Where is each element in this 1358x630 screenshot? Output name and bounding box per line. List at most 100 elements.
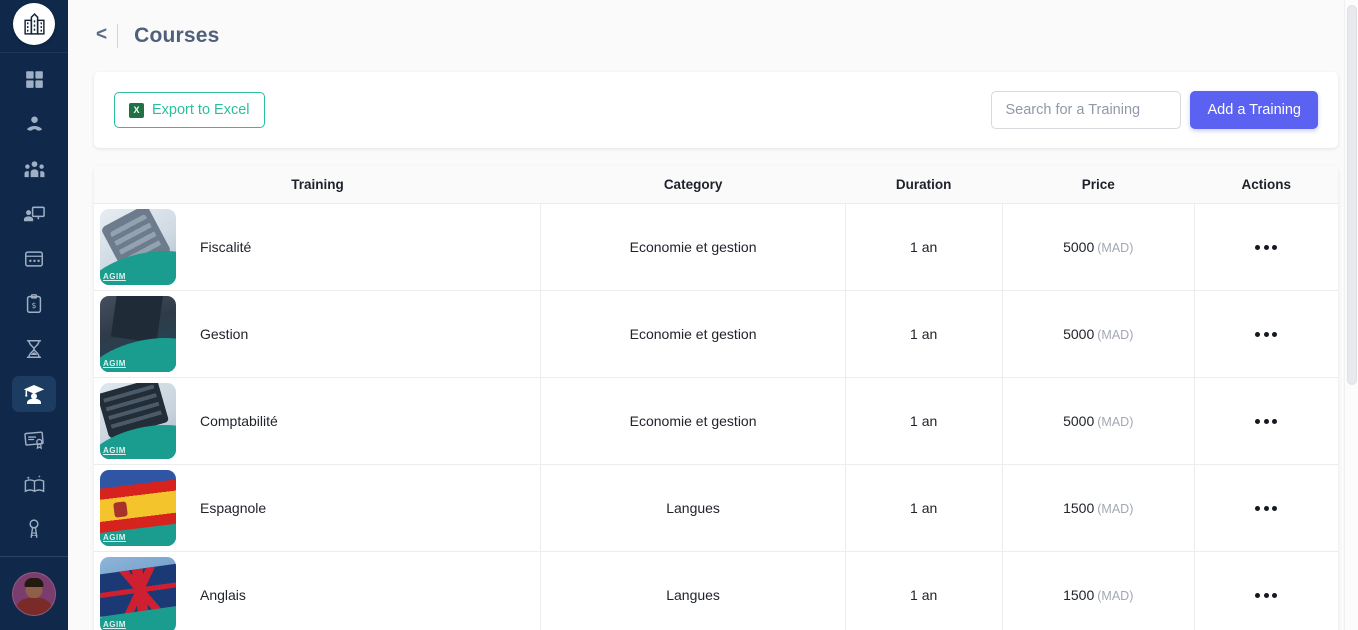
page-scrollbar-thumb[interactable] [1347, 5, 1357, 385]
course-thumbnail: AGIM [100, 295, 176, 372]
header-divider [117, 24, 119, 48]
cell-training: AGIM Espagnole [94, 464, 542, 552]
sidebar-logo[interactable] [0, 0, 68, 48]
cell-actions [1194, 464, 1338, 552]
cell-category: Langues [540, 464, 846, 552]
course-thumbnail: AGIM [100, 556, 176, 630]
price-value: 5000 [1063, 325, 1095, 342]
price-currency: (MAD) [1097, 588, 1134, 603]
training-name: Fiscalité [200, 238, 252, 255]
cell-duration: 1 an [845, 203, 1003, 291]
keys-icon [29, 519, 39, 538]
cell-price: 5000 (MAD) [1002, 290, 1195, 378]
grid-dashboard-icon [25, 70, 43, 88]
table-row[interactable]: AGIM Fiscalité Economie et gestion 1 an 5000… [94, 203, 1338, 291]
column-header-actions: Actions [1194, 166, 1338, 204]
building-campus-logo [13, 3, 55, 45]
cell-duration: 1 an [845, 377, 1003, 465]
training-name: Anglais [200, 586, 246, 603]
cell-duration: 1 an [845, 464, 1003, 552]
sidebar-item-keys[interactable] [12, 511, 56, 547]
page-scrollbar[interactable] [1344, 0, 1358, 630]
cell-training: AGIM Comptabilité [94, 377, 542, 465]
thumbnail-watermark: AGIM [103, 619, 126, 629]
avatar-body [15, 597, 53, 615]
course-thumbnail: AGIM [100, 382, 176, 459]
search-input[interactable] [991, 91, 1182, 129]
toolbar-right: Add a Training [991, 91, 1318, 129]
avatar-hair [24, 577, 44, 587]
graduate-cap-person-icon [23, 385, 45, 404]
price-currency: (MAD) [1097, 327, 1134, 342]
excel-icon: X [129, 102, 144, 118]
cell-duration: 1 an [845, 551, 1003, 630]
sidebar-item-payments[interactable]: $ [12, 286, 56, 322]
sidebar-item-dashboard[interactable] [12, 61, 56, 97]
sidebar-item-groups[interactable] [12, 151, 56, 187]
price-value: 5000 [1063, 238, 1095, 255]
sidebar-item-certificates[interactable] [12, 421, 56, 457]
export-to-excel-button[interactable]: X Export to Excel [114, 92, 265, 128]
sidebar: $ [0, 0, 68, 630]
cell-price: 1500 (MAD) [1002, 464, 1195, 552]
person-presentation-icon [23, 206, 45, 221]
more-options-icon[interactable] [1249, 326, 1283, 343]
table-body: AGIM Fiscalité Economie et gestion 1 an 5000… [94, 203, 1338, 630]
cell-actions [1194, 377, 1338, 465]
sidebar-item-schedule[interactable] [12, 331, 56, 367]
cell-training: AGIM Fiscalité [94, 203, 542, 291]
page-title: Courses [134, 24, 220, 47]
column-header-price[interactable]: Price [1002, 166, 1195, 204]
window-panel-icon [25, 251, 43, 267]
training-name: Gestion [200, 325, 249, 342]
sidebar-item-teachers[interactable] [12, 196, 56, 232]
thumbnail-watermark: AGIM [103, 532, 126, 542]
sidebar-item-sessions[interactable] [12, 241, 56, 277]
column-header-duration[interactable]: Duration [845, 166, 1003, 204]
add-a-training-button[interactable]: Add a Training [1190, 91, 1318, 129]
cell-actions [1194, 290, 1338, 378]
sidebar-item-courses[interactable] [12, 376, 56, 412]
price-value: 5000 [1063, 412, 1095, 429]
toolbar-card: X Export to Excel Add a Training [94, 72, 1338, 148]
sidebar-item-students[interactable] [12, 106, 56, 142]
cell-training: AGIM Gestion [94, 290, 542, 378]
price-value: 1500 [1063, 586, 1095, 603]
courses-table: Training Category Duration Price Actions… [94, 166, 1338, 630]
svg-text:$: $ [32, 301, 37, 310]
export-to-excel-label: Export to Excel [152, 102, 250, 118]
back-button[interactable]: < [94, 23, 117, 49]
table-row[interactable]: AGIM Anglais Langues 1 an 1500 (MAD) [94, 551, 1338, 630]
building-campus-icon [23, 12, 45, 35]
sidebar-nav: $ [0, 52, 68, 556]
cell-category: Economie et gestion [540, 290, 846, 378]
people-group-icon [24, 160, 44, 177]
table-row[interactable]: AGIM Comptabilité Economie et gestion 1 an 5… [94, 377, 1338, 465]
app-root: $ < Courses X Export to Excel Search for… [0, 0, 1358, 630]
price-value: 1500 [1063, 499, 1095, 516]
course-thumbnail: AGIM [100, 208, 176, 285]
cell-training: AGIM Anglais [94, 551, 542, 630]
user-avatar[interactable] [12, 571, 56, 616]
price-currency: (MAD) [1097, 240, 1134, 255]
column-header-training[interactable]: Training [94, 166, 541, 204]
cell-price: 1500 (MAD) [1002, 551, 1195, 630]
more-options-icon[interactable] [1249, 500, 1283, 517]
cell-category: Langues [540, 551, 846, 630]
table-row[interactable]: AGIM Gestion Economie et gestion 1 an 5000 (M… [94, 290, 1338, 378]
student-reading-icon [26, 115, 42, 131]
thumbnail-watermark: AGIM [103, 445, 126, 455]
more-options-icon[interactable] [1249, 239, 1283, 256]
more-options-icon[interactable] [1249, 587, 1283, 604]
table-row[interactable]: AGIM Espagnole Langues 1 an 1500 (MAD) [94, 464, 1338, 552]
clipboard-money-icon: $ [26, 294, 42, 313]
training-name: Espagnole [200, 499, 267, 516]
sidebar-item-library[interactable] [12, 466, 56, 502]
course-thumbnail: AGIM [100, 469, 176, 546]
more-options-icon[interactable] [1249, 413, 1283, 430]
column-header-category[interactable]: Category [540, 166, 846, 204]
cell-category: Economie et gestion [540, 377, 846, 465]
cell-actions [1194, 203, 1338, 291]
hourglass-icon [26, 339, 42, 359]
price-currency: (MAD) [1097, 414, 1134, 429]
